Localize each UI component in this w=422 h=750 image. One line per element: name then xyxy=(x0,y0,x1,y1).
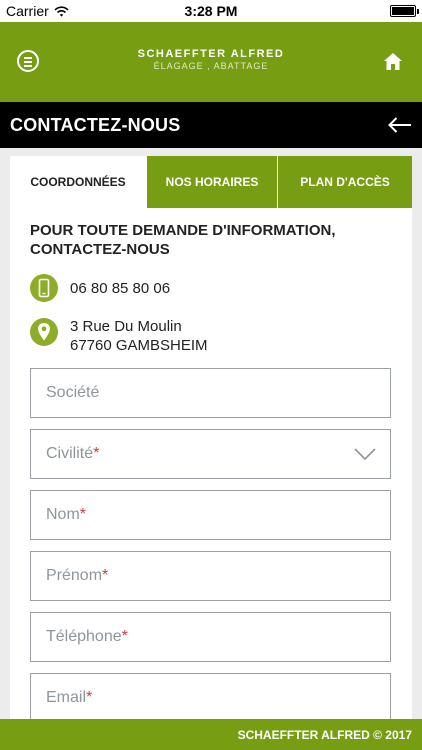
brand-name: SCHAEFFTER ALFRED xyxy=(137,48,285,60)
telephone-label: Téléphone* xyxy=(46,628,128,645)
footer: SCHAEFFTER ALFRED © 2017 xyxy=(0,719,422,750)
map-pin-icon xyxy=(30,318,58,346)
tab-bar: COORDONNÉES NOS HORAIRES PLAN D'ACCÈS xyxy=(10,156,412,208)
address-text: 3 Rue Du Moulin 67760 GAMBSHEIM xyxy=(70,317,208,355)
address-line-1: 3 Rue Du Moulin xyxy=(70,318,182,335)
address-line-2: 67760 GAMBSHEIM xyxy=(70,337,208,354)
societe-input[interactable]: Société xyxy=(30,368,391,418)
home-icon[interactable] xyxy=(384,53,402,70)
brand-tagline: ÉLAGAGE , ABATTAGE xyxy=(153,61,269,71)
copyright-text: SCHAEFFTER ALFRED © 2017 xyxy=(237,728,412,742)
chevron-down-icon xyxy=(354,448,376,461)
arrow-left-icon[interactable] xyxy=(388,116,412,134)
status-bar: Carrier 3:28 PM xyxy=(0,0,422,22)
prenom-label: Prénom* xyxy=(46,567,109,584)
app-header: SCHAEFFTER ALFRED ÉLAGAGE , ABATTAGE xyxy=(0,22,422,102)
address-row: 3 Rue Du Moulin 67760 GAMBSHEIM xyxy=(30,318,208,355)
info-heading: POUR TOUTE DEMANDE D'INFORMATION, CONTAC… xyxy=(30,222,336,258)
email-input[interactable]: Email* xyxy=(30,673,391,719)
societe-label: Société xyxy=(46,384,100,401)
telephone-input[interactable]: Téléphone* xyxy=(30,612,391,662)
nom-label: Nom* xyxy=(46,506,87,523)
prenom-input[interactable]: Prénom* xyxy=(30,551,391,601)
page-title: CONTACTEZ-NOUS xyxy=(10,115,181,135)
civilite-select[interactable]: Civilité* xyxy=(30,429,391,479)
phone-icon xyxy=(30,274,58,302)
nom-input[interactable]: Nom* xyxy=(30,490,391,540)
status-time: 3:28 PM xyxy=(184,3,238,19)
page-title-bar: CONTACTEZ-NOUS xyxy=(0,102,422,148)
civilite-label: Civilité* xyxy=(46,445,100,462)
tab-plan-acces[interactable]: PLAN D'ACCÈS xyxy=(277,156,412,208)
battery-icon xyxy=(390,5,419,17)
email-label: Email* xyxy=(46,689,93,706)
brand-logo: SCHAEFFTER ALFRED ÉLAGAGE , ABATTAGE xyxy=(0,48,422,71)
phone-row[interactable]: 06 80 85 80 06 xyxy=(30,274,170,302)
phone-number[interactable]: 06 80 85 80 06 xyxy=(70,279,170,298)
contact-card: COORDONNÉES NOS HORAIRES PLAN D'ACCÈS PO… xyxy=(10,156,412,719)
tab-coordonnees[interactable]: COORDONNÉES xyxy=(10,156,146,208)
tab-nos-horaires[interactable]: NOS HORAIRES xyxy=(146,156,277,208)
